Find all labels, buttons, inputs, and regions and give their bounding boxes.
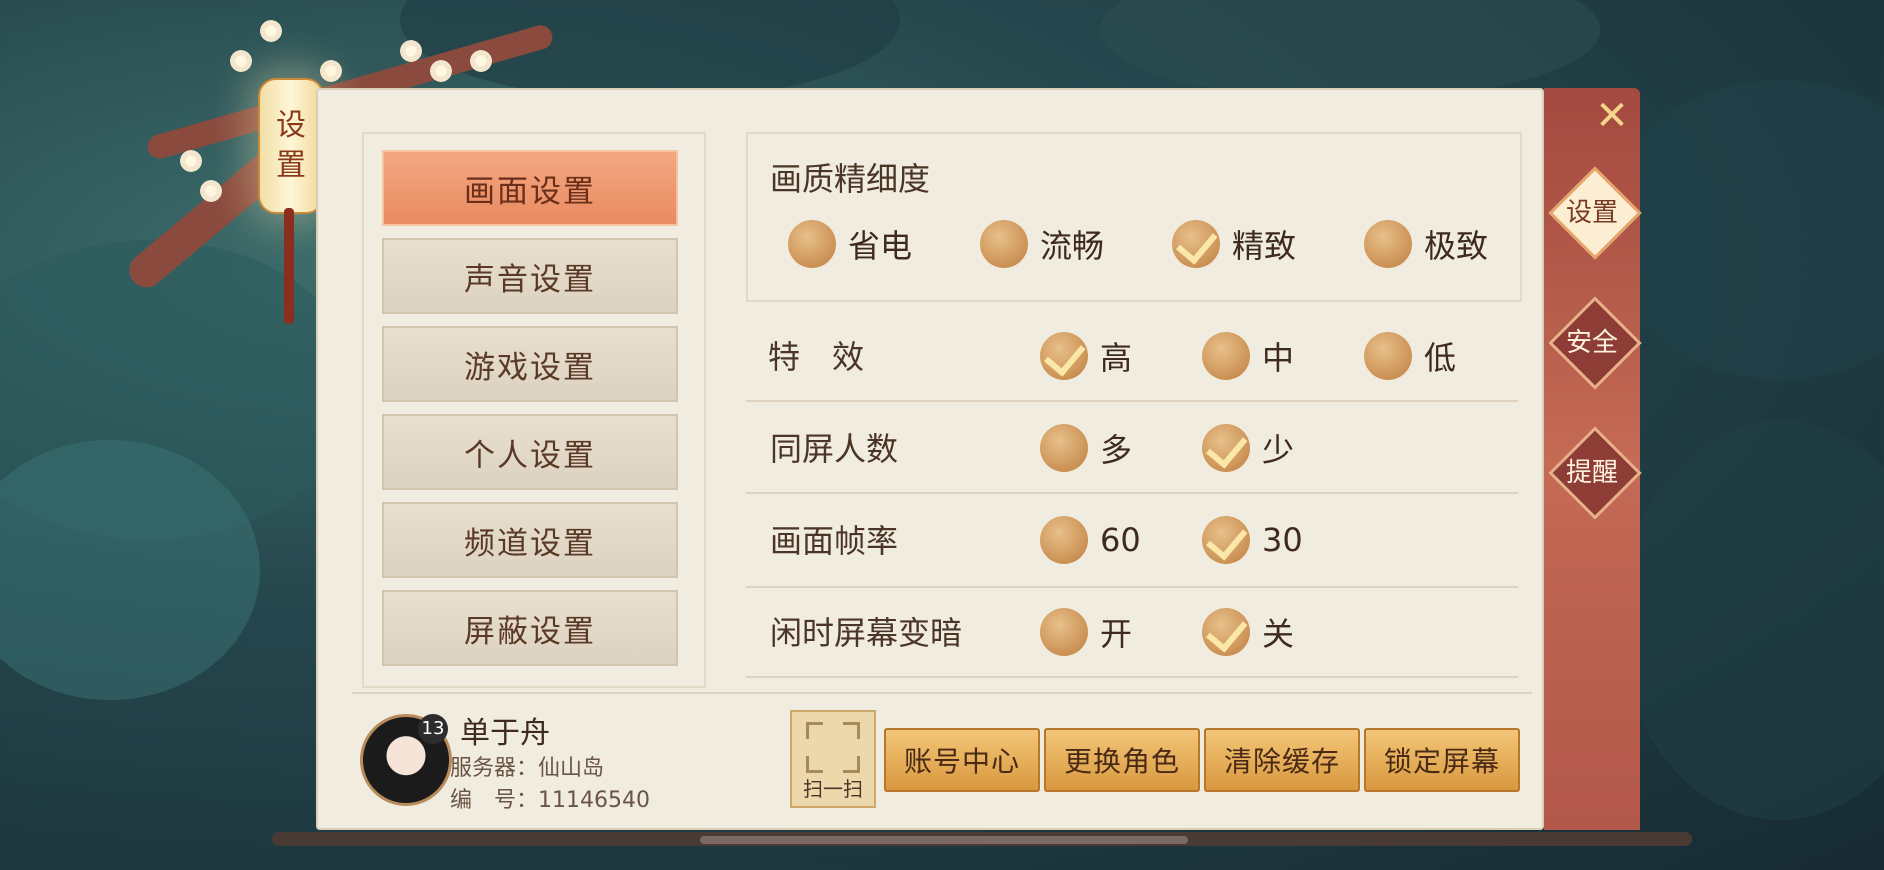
effects-option-medium[interactable]: 中 — [1202, 332, 1294, 380]
option-label: 30 — [1262, 521, 1303, 559]
side-tab-security[interactable]: 安全 — [1548, 296, 1642, 390]
players-option-many[interactable]: 多 — [1040, 424, 1132, 472]
radio-unchecked — [1040, 424, 1088, 472]
lock-screen-button[interactable]: 锁定屏幕 — [1364, 728, 1520, 792]
radio-unchecked — [1364, 220, 1412, 268]
menu-item-block[interactable]: 屏蔽设置 — [382, 590, 678, 666]
player-server: 服务器：仙山岛 — [450, 756, 605, 781]
effects-option-high[interactable]: 高 — [1040, 332, 1132, 380]
row-divider — [746, 400, 1518, 402]
radio-checked-icon — [1202, 608, 1250, 656]
radio-unchecked — [1040, 608, 1088, 656]
players-on-screen-label: 同屏人数 — [770, 430, 899, 468]
menu-item-game[interactable]: 游戏设置 — [382, 326, 678, 402]
lantern-tassel — [284, 208, 294, 324]
quality-option-power-save[interactable]: 省电 — [788, 220, 912, 268]
quality-option-smooth[interactable]: 流畅 — [980, 220, 1104, 268]
account-center-button[interactable]: 账号中心 — [884, 728, 1040, 792]
option-label: 开 — [1100, 615, 1133, 653]
radio-unchecked — [980, 220, 1028, 268]
scan-frame-icon — [843, 756, 860, 773]
footer-divider — [352, 692, 1532, 694]
radio-unchecked — [788, 220, 836, 268]
option-label: 多 — [1100, 431, 1133, 469]
option-label: 关 — [1262, 615, 1295, 653]
side-tab-reminder[interactable]: 提醒 — [1548, 426, 1642, 520]
quality-label: 画质精细度 — [770, 160, 931, 198]
frame-rate-option-60[interactable]: 60 — [1040, 516, 1141, 564]
radio-checked-icon — [1202, 424, 1250, 472]
effects-label: 特 效 — [768, 338, 865, 376]
lantern-text-1: 设 — [276, 108, 306, 143]
frame-rate-option-30[interactable]: 30 — [1202, 516, 1303, 564]
players-option-few[interactable]: 少 — [1202, 424, 1294, 472]
quality-option-ultra[interactable]: 极致 — [1364, 220, 1488, 268]
level-badge: 13 — [418, 714, 448, 744]
radio-checked-icon — [1040, 332, 1088, 380]
option-label: 高 — [1100, 339, 1133, 377]
switch-role-button[interactable]: 更换角色 — [1044, 728, 1200, 792]
scrollbar-thumb[interactable] — [700, 836, 1188, 844]
menu-item-channel[interactable]: 频道设置 — [382, 502, 678, 578]
row-divider — [746, 586, 1518, 588]
option-label: 精致 — [1232, 227, 1297, 265]
radio-checked-icon — [1172, 220, 1220, 268]
menu-item-display[interactable]: 画面设置 — [382, 150, 678, 226]
option-label: 省电 — [848, 227, 913, 265]
option-label: 极致 — [1424, 227, 1489, 265]
settings-lantern-title: 设 置 — [258, 78, 324, 214]
scan-frame-icon — [843, 722, 860, 739]
idle-dim-option-off[interactable]: 关 — [1202, 608, 1294, 656]
scan-label: 扫一扫 — [803, 777, 863, 801]
side-tab-settings[interactable]: 设置 — [1548, 166, 1642, 260]
option-label: 60 — [1100, 521, 1141, 559]
row-divider — [746, 676, 1518, 678]
idle-dim-option-on[interactable]: 开 — [1040, 608, 1132, 656]
radio-unchecked — [1364, 332, 1412, 380]
scan-frame-icon — [806, 722, 823, 739]
frame-rate-label: 画面帧率 — [770, 522, 899, 560]
menu-item-personal[interactable]: 个人设置 — [382, 414, 678, 490]
quality-option-fine[interactable]: 精致 — [1172, 220, 1296, 268]
menu-item-sound[interactable]: 声音设置 — [382, 238, 678, 314]
side-tab-label: 安全 — [1565, 327, 1618, 358]
player-id: 编 号：11146540 — [450, 788, 650, 813]
option-label: 流畅 — [1040, 227, 1105, 265]
radio-checked-icon — [1202, 516, 1250, 564]
side-tab-label: 提醒 — [1565, 457, 1618, 488]
lantern-text-2: 置 — [276, 148, 306, 183]
option-label: 中 — [1262, 339, 1295, 377]
close-icon[interactable]: ✕ — [1592, 96, 1632, 136]
clear-cache-button[interactable]: 清除缓存 — [1204, 728, 1360, 792]
effects-option-low[interactable]: 低 — [1364, 332, 1456, 380]
row-divider — [746, 492, 1518, 494]
option-label: 低 — [1424, 339, 1457, 377]
player-name: 单于舟 — [460, 716, 550, 751]
side-tab-label: 设置 — [1565, 197, 1618, 228]
radio-unchecked — [1040, 516, 1088, 564]
scan-frame-icon — [806, 756, 823, 773]
scan-button[interactable]: 扫一扫 — [790, 710, 876, 808]
radio-unchecked — [1202, 332, 1250, 380]
idle-dim-label: 闲时屏幕变暗 — [770, 614, 963, 652]
option-label: 少 — [1262, 431, 1295, 469]
